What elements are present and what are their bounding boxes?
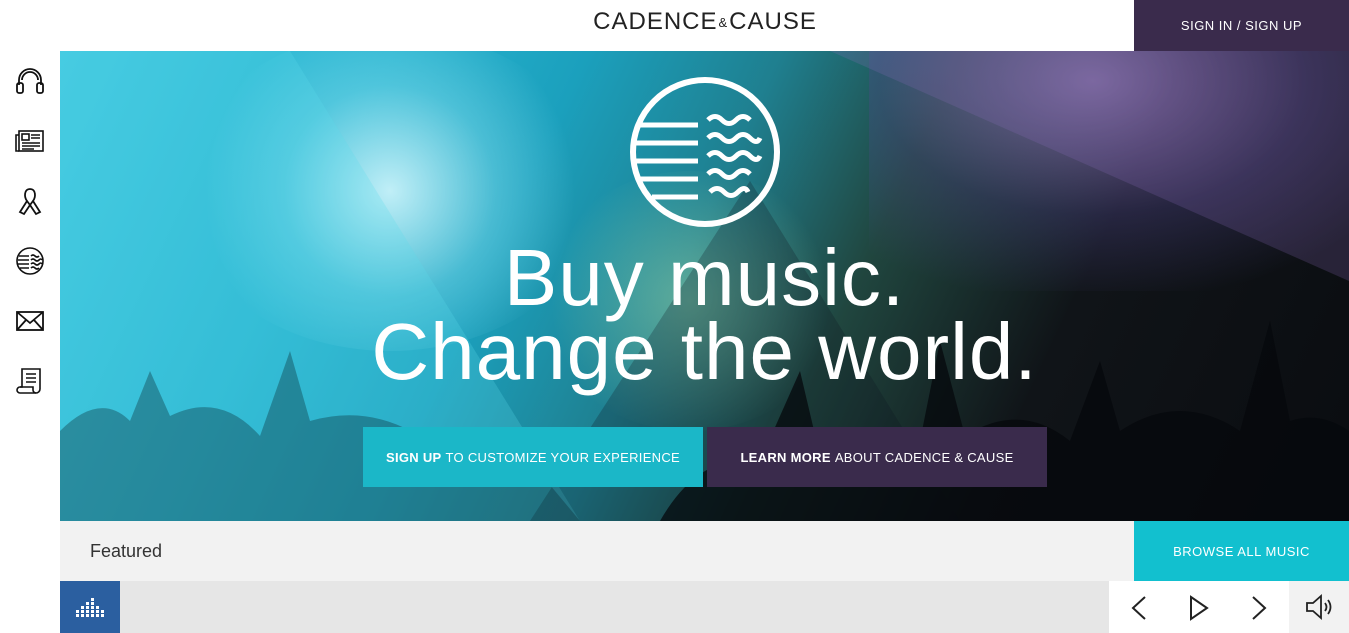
learn-more-cta-button[interactable]: LEARN MORE ABOUT CADENCE & CAUSE xyxy=(707,427,1047,487)
brand-name-left: CADENCE xyxy=(593,8,718,35)
sign-in-button[interactable]: SIGN IN / SIGN UP xyxy=(1134,0,1349,51)
volume-icon[interactable] xyxy=(1289,581,1349,633)
ribbon-icon[interactable] xyxy=(14,185,46,217)
headphones-icon[interactable] xyxy=(14,65,46,97)
featured-title: Featured xyxy=(90,541,163,561)
sign-up-cta-bold: SIGN UP xyxy=(385,449,442,465)
hero-banner: Buy music. Change the world. SIGN UP TO … xyxy=(60,51,1349,521)
featured-bar: Featured xyxy=(60,521,1134,581)
headline-line-2: Change the world. xyxy=(371,307,1038,396)
cadence-cause-emblem xyxy=(630,77,780,227)
equalizer-icon[interactable] xyxy=(60,581,120,633)
sign-up-cta-text: TO CUSTOMIZE YOUR EXPERIENCE xyxy=(445,449,681,465)
brand-name-right: CAUSE xyxy=(729,8,817,35)
brand-logo[interactable]: CADENCE & CAUSE xyxy=(560,0,850,44)
learn-more-cta-bold: LEARN MORE xyxy=(740,449,831,465)
headline-line-1: Buy music. xyxy=(503,233,906,322)
envelope-icon[interactable] xyxy=(14,305,46,337)
player-bar xyxy=(60,581,1109,633)
play-icon[interactable] xyxy=(1181,591,1215,625)
newspaper-icon[interactable] xyxy=(14,125,46,157)
top-bar: CADENCE & CAUSE SIGN IN / SIGN UP xyxy=(0,0,1349,51)
next-icon[interactable] xyxy=(1241,591,1275,625)
scroll-icon[interactable] xyxy=(14,365,46,397)
globe-waves-icon[interactable] xyxy=(14,245,46,277)
sign-up-cta-button[interactable]: SIGN UP TO CUSTOMIZE YOUR EXPERIENCE xyxy=(363,427,703,487)
learn-more-cta-text: ABOUT CADENCE & CAUSE xyxy=(834,449,1014,465)
brand-ampersand: & xyxy=(718,14,729,30)
hero-headline: Buy music. Change the world. xyxy=(60,233,1349,396)
browse-all-music-button[interactable]: BROWSE ALL MUSIC xyxy=(1134,521,1349,581)
sidebar xyxy=(0,51,60,521)
previous-icon[interactable] xyxy=(1123,591,1157,625)
